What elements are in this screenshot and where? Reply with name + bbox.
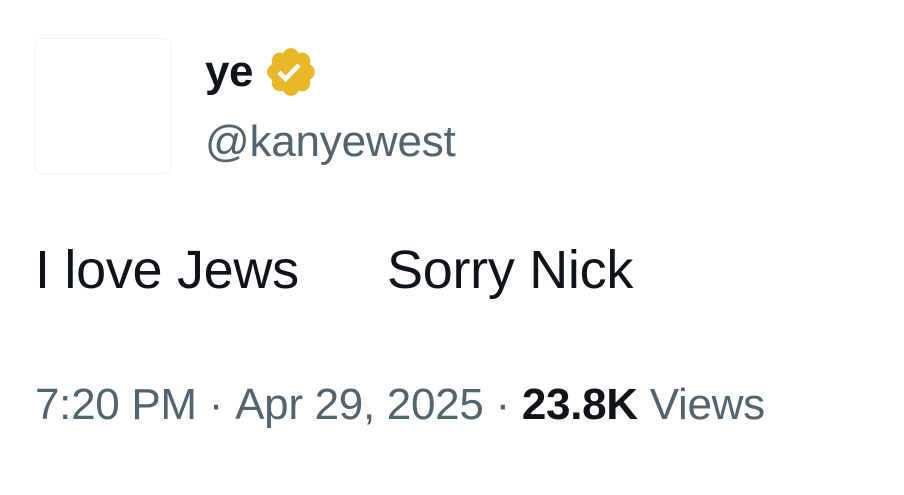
meta-separator: · <box>495 380 511 429</box>
tweet-meta: 7:20 PM · Apr 29, 2025 · 23.8K Views <box>35 378 765 432</box>
author-handle[interactable]: @kanyewest <box>205 116 456 168</box>
author-name-row: ye <box>205 44 319 100</box>
tweet-text: I love Jews Sorry Nick <box>35 240 634 300</box>
views-label: Views <box>649 380 765 429</box>
avatar[interactable] <box>35 38 171 174</box>
tweet-date[interactable]: Apr 29, 2025 <box>235 380 484 429</box>
tweet-card: ye @kanyewest I love Jews Sorry Nick 7:2… <box>0 0 904 495</box>
tweet-time[interactable]: 7:20 PM <box>35 380 197 429</box>
meta-separator: · <box>208 380 224 429</box>
author-display-name[interactable]: ye <box>205 50 253 94</box>
views-count: 23.8K <box>521 380 638 429</box>
verified-badge-icon[interactable] <box>263 44 319 100</box>
